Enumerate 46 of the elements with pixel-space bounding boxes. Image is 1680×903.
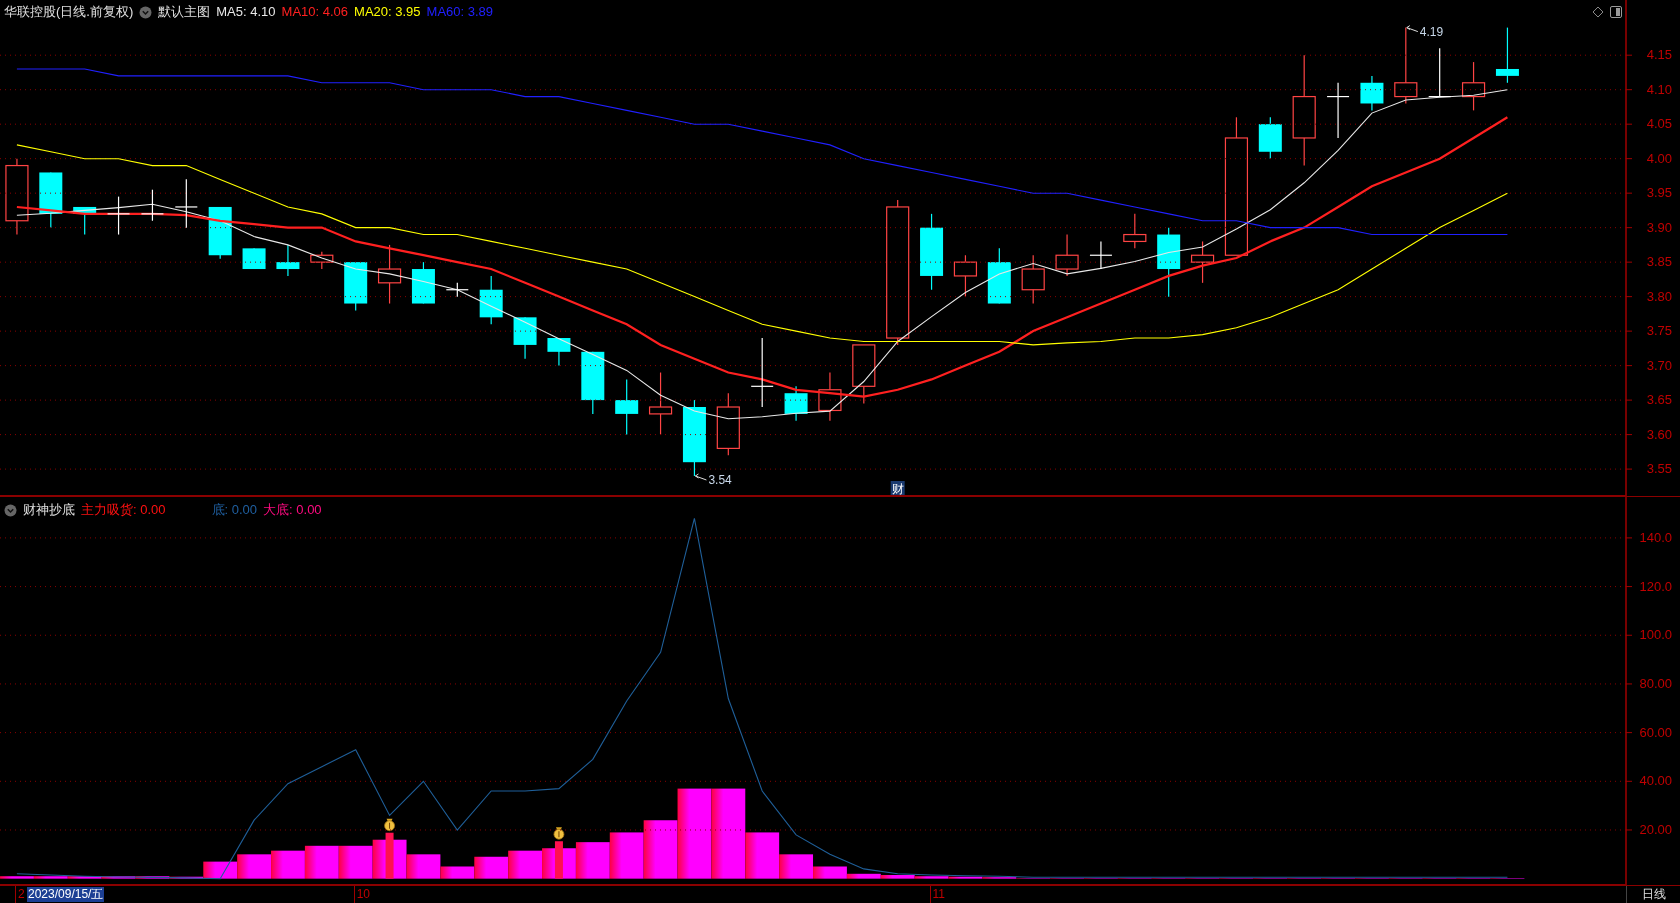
- legend-value: 底: 0.00: [211, 501, 258, 519]
- axis-label: 3.85: [1646, 254, 1672, 270]
- money-bag-icon: [553, 827, 565, 840]
- legend-value: 主力吸货: 0.00: [81, 501, 166, 519]
- axis-label: 3.60: [1646, 426, 1672, 442]
- legend-value: MA60: 3.89: [426, 3, 494, 21]
- period-label[interactable]: 日线: [1626, 886, 1680, 903]
- axis-label: 80.00: [1639, 675, 1672, 691]
- axis-label: 120.0: [1639, 578, 1672, 594]
- axis-label: 4.10: [1646, 81, 1672, 97]
- price-label: 4.19: [1419, 24, 1444, 39]
- axis-label: 20.00: [1639, 822, 1672, 837]
- axis-label: 140.0: [1639, 529, 1672, 545]
- axis-label: 3.80: [1646, 288, 1672, 304]
- axis-label: 3.90: [1646, 219, 1672, 235]
- axis-label: 100.0: [1639, 627, 1672, 643]
- axis-label: 3.70: [1646, 357, 1672, 373]
- cursor-date-label: 2023/09/15/五: [27, 887, 105, 902]
- axis-label: 3.95: [1646, 185, 1672, 201]
- axis-label: 3.75: [1646, 323, 1672, 339]
- axis-label: 3.55: [1646, 461, 1672, 477]
- axis-label: 40.00: [1639, 773, 1672, 789]
- chevron-down-icon[interactable]: [139, 5, 153, 19]
- legend-value: MA10: 4.06: [281, 3, 349, 21]
- price-label: 3.54: [708, 473, 732, 487]
- indicator-title: 财神抄底: [23, 501, 75, 519]
- axis-label: 4.15: [1646, 47, 1672, 63]
- legend-value: 大底: 0.00: [263, 501, 322, 519]
- chart-title: 华联控股(日线.前复权): [4, 3, 134, 21]
- axis-label: 3.65: [1646, 392, 1672, 408]
- panel-toggle-icon[interactable]: [1610, 6, 1622, 18]
- legend-value: MA20: 3.95: [354, 3, 421, 21]
- pointer-arrow: [694, 473, 707, 481]
- axis-label: 4.05: [1646, 116, 1672, 132]
- date-tick-label: 2: [14, 886, 25, 903]
- legend-value: MA5: 4.10: [216, 3, 276, 21]
- money-bag-icon: [384, 818, 395, 832]
- pointer-arrow: [1406, 25, 1419, 33]
- axis-label: 4.00: [1646, 150, 1672, 166]
- finance-badge[interactable]: 财: [890, 481, 905, 496]
- date-tick-label: 11: [929, 886, 946, 903]
- diamond-icon[interactable]: [1592, 6, 1604, 18]
- axis-label: 60.00: [1639, 724, 1672, 740]
- date-tick-label: 10: [353, 886, 371, 903]
- template-label: 默认主图: [158, 3, 211, 21]
- chevron-down-icon[interactable]: [4, 503, 17, 517]
